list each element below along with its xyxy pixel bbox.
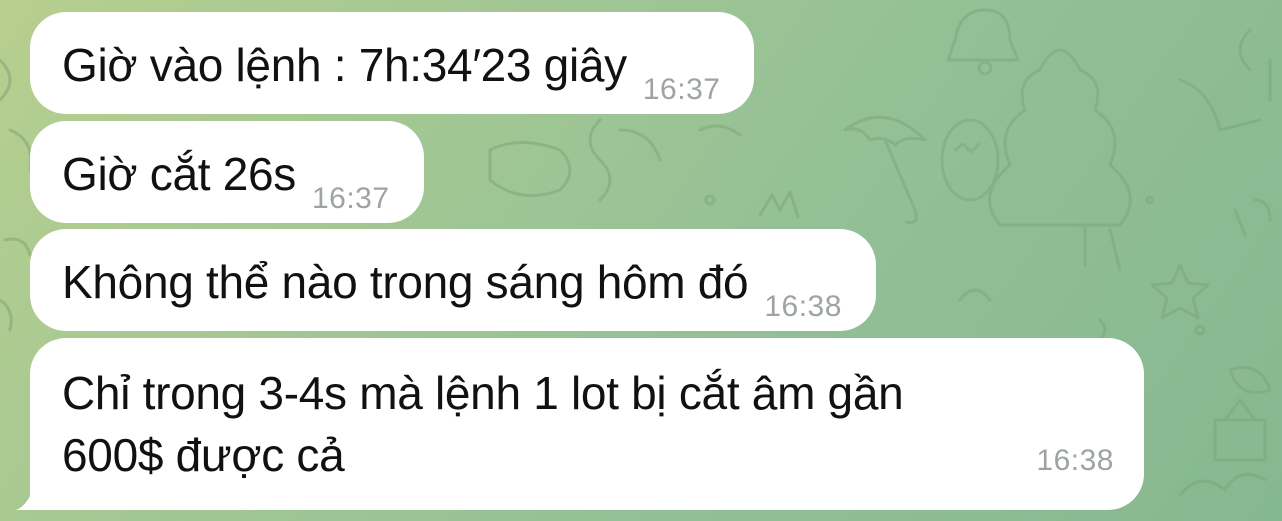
leaf-icon (1213, 366, 1272, 462)
message-bubble-2[interactable]: Giờ cắt 26s 16:37 (30, 121, 424, 223)
message-bubble-3[interactable]: Không thể nào trong sáng hôm đó 16:38 (30, 229, 876, 331)
egg-icon (940, 118, 1000, 202)
message-time-4: 16:38 (1036, 444, 1114, 477)
message-text-1: Giờ vào lệnh : 7h:34′23 giây (62, 39, 627, 91)
bell-icon (946, 8, 1020, 76)
message-text-2: Giờ cắt 26s (62, 148, 296, 200)
message-bubble-1[interactable]: Giờ vào lệnh : 7h:34′23 giây 16:37 (30, 12, 755, 114)
star-icon (1150, 263, 1210, 320)
umbrella-icon (843, 115, 927, 224)
message-time-3: 16:38 (764, 290, 842, 323)
message-text-3: Không thể nào trong sáng hôm đó (62, 256, 749, 308)
message-bubble-4[interactable]: Chỉ trong 3-4s mà lệnh 1 lot bị cắt âm g… (30, 338, 1144, 510)
message-text-4-line2: 600$ được cả (62, 429, 345, 481)
message-time-2: 16:37 (311, 182, 390, 215)
tree-icon (988, 48, 1132, 272)
message-time-1: 16:37 (642, 73, 721, 106)
message-text-4-line1: Chỉ trong 3-4s mà lệnh 1 lot bị cắt âm g… (62, 367, 904, 419)
